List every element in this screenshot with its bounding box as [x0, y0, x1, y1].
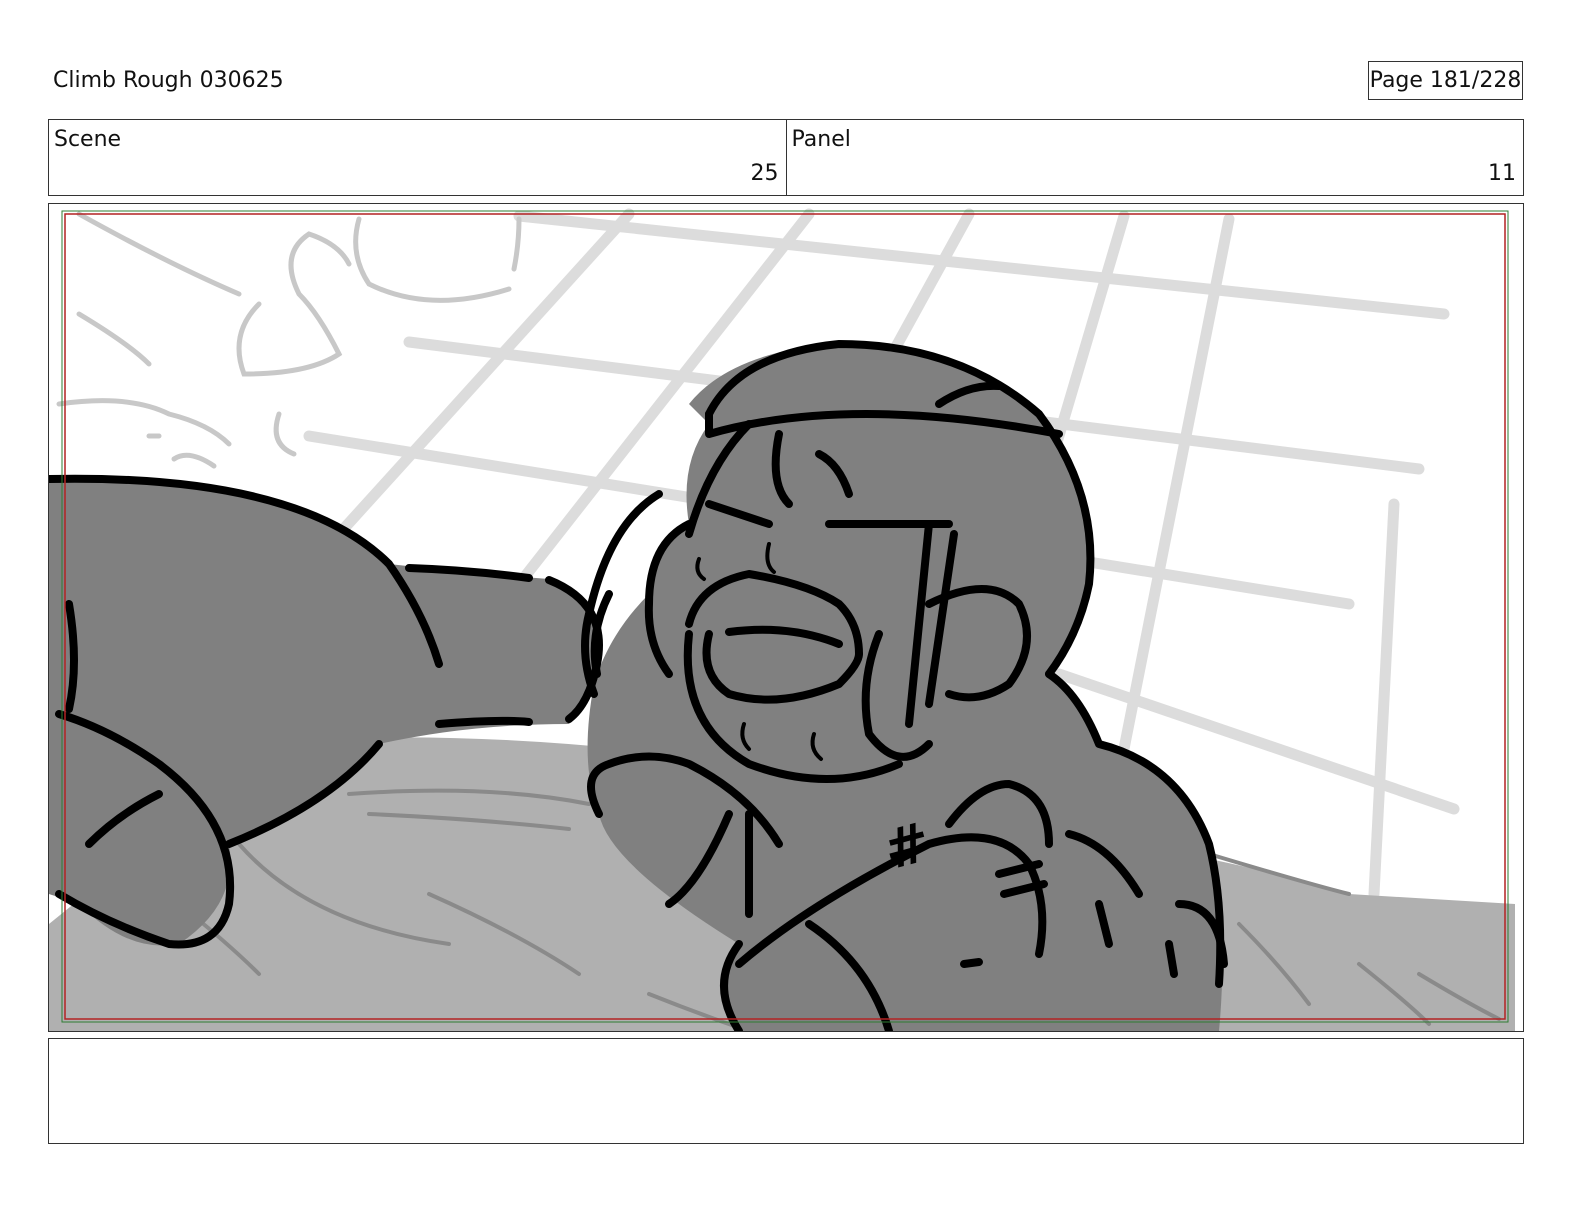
panel-number: 11 [1488, 161, 1516, 186]
document-title: Climb Rough 030625 [53, 68, 284, 93]
panel-notes-box [48, 1038, 1524, 1144]
scene-cell: Scene 25 [49, 120, 786, 195]
panel-label: Panel [791, 127, 851, 152]
storyboard-frame: # [48, 203, 1524, 1032]
panel-cell: Panel 11 [785, 120, 1524, 195]
storyboard-sketch-image: # [49, 204, 1523, 1031]
scene-label: Scene [54, 127, 122, 152]
scene-panel-info-row: Scene 25 Panel 11 [48, 119, 1524, 196]
page-indicator: Page 181/228 [1368, 61, 1523, 100]
scene-number: 25 [750, 161, 779, 186]
